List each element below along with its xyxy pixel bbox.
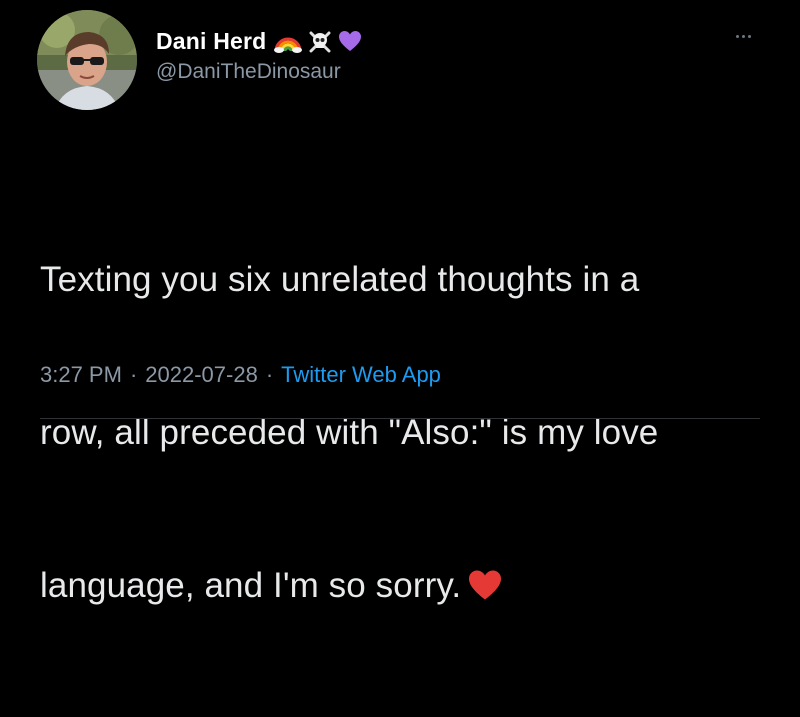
tweet-line: language, and I'm so sorry. — [40, 566, 462, 605]
tweet-date[interactable]: 2022-07-28 — [145, 362, 258, 388]
tweet-line: row, all preceded with "Also:" is my lov… — [40, 413, 659, 452]
meta-separator: · — [265, 362, 274, 387]
skull-crossbones-icon — [309, 31, 331, 53]
user-handle[interactable]: @DaniTheDinosaur — [156, 60, 341, 84]
red-heart-icon — [467, 564, 503, 615]
divider — [40, 418, 760, 419]
more-dot-icon — [747, 34, 751, 38]
display-name[interactable]: Dani Herd — [156, 28, 266, 55]
meta-separator: · — [129, 362, 138, 387]
tweet-line: Texting you six unrelated thoughts in a — [40, 260, 640, 299]
tweet-card: Dani Herd @DaniTheDinosaur Texting you s… — [0, 0, 800, 605]
rainbow-icon — [274, 37, 303, 53]
more-options-button[interactable] — [728, 26, 758, 46]
tweet-source-link[interactable]: Twitter Web App — [281, 362, 441, 388]
tweet-time[interactable]: 3:27 PM — [40, 362, 122, 388]
more-dot-icon — [741, 34, 745, 38]
tweet-meta: 3:27 PM · 2022-07-28 · Twitter Web App — [40, 362, 441, 388]
user-name-row: Dani Herd — [156, 26, 362, 56]
name-emojis — [274, 29, 362, 53]
tweet-line-last: language, and I'm so sorry. — [40, 560, 780, 615]
profile-photo-icon — [37, 10, 137, 110]
tweet-text: Texting you six unrelated thoughts in a … — [40, 152, 780, 717]
more-dot-icon — [735, 34, 739, 38]
purple-heart-icon — [339, 31, 362, 51]
avatar[interactable] — [37, 10, 137, 110]
